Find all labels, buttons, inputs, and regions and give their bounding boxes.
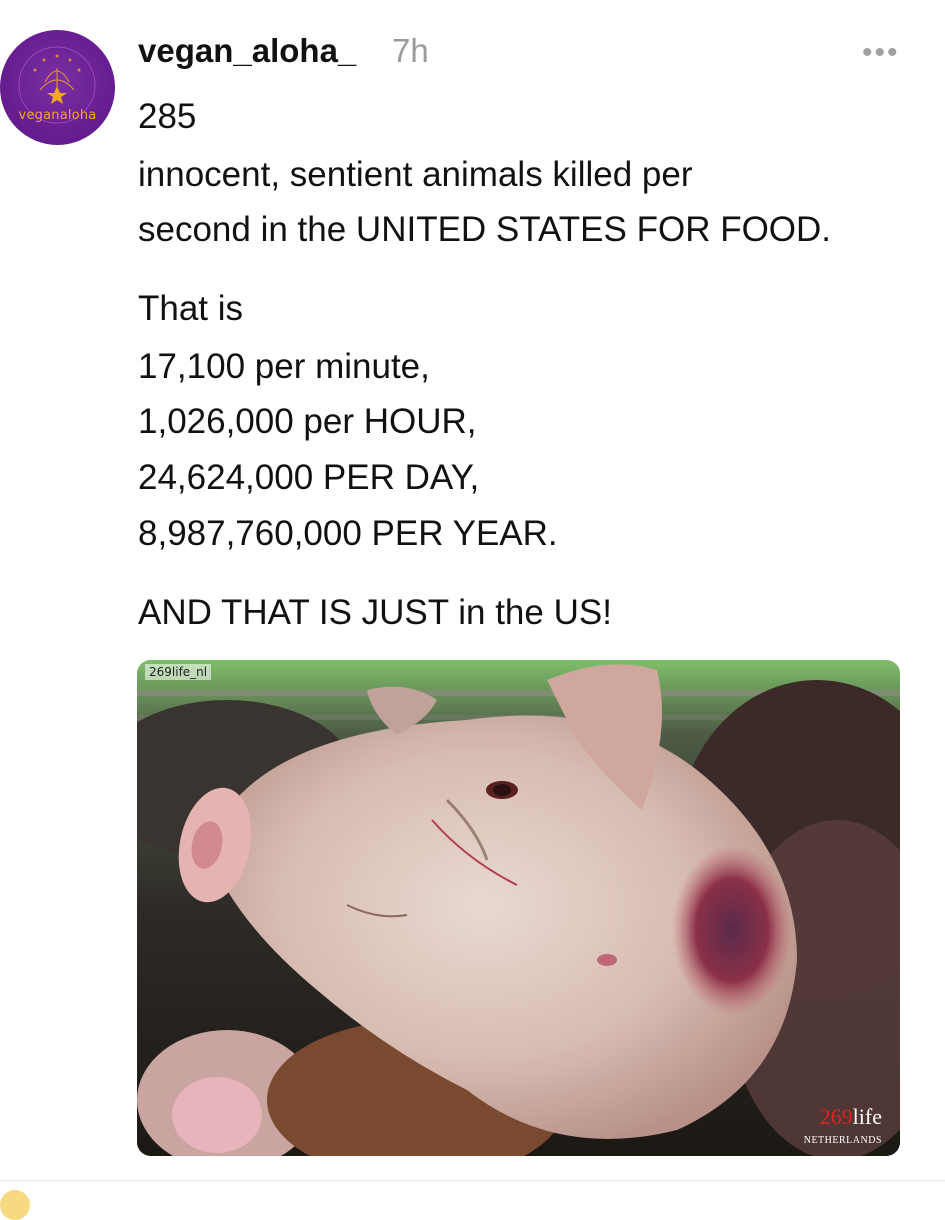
next-post-avatar[interactable] xyxy=(0,1190,30,1220)
post-time: 7h xyxy=(392,32,429,69)
more-options-icon[interactable]: ••• xyxy=(862,38,900,68)
username[interactable]: vegan_aloha_ xyxy=(138,32,356,70)
post-image[interactable]: 269life_nl 269life NETHERLANDS xyxy=(137,660,900,1156)
brand-word: life xyxy=(852,1104,882,1129)
divider xyxy=(0,1180,945,1181)
pig-photo xyxy=(137,660,900,1156)
post-text-line-6: 1,026,000 per HOUR, xyxy=(138,402,477,441)
avatar-logo-text: veganaloha xyxy=(18,108,97,123)
brand-number: 269 xyxy=(819,1104,853,1129)
post: veganaloha vegan_aloha_ 7h ••• 285 innoc… xyxy=(0,0,945,1220)
image-brand-logo: 269life xyxy=(820,1104,882,1130)
post-text-line-4: That is xyxy=(138,289,244,328)
avatar[interactable]: veganaloha xyxy=(0,30,115,145)
post-text-line-2: innocent, sentient animals killed per xyxy=(138,155,693,194)
post-text-line-7: 24,624,000 PER DAY, xyxy=(138,458,480,497)
post-text-line-3: second in the UNITED STATES FOR FOOD. xyxy=(138,210,832,249)
post-text-line-9: AND THAT IS JUST in the US! xyxy=(138,593,612,632)
post-text-line-1: 285 xyxy=(138,97,197,136)
post-text-line-8: 8,987,760,000 PER YEAR. xyxy=(138,514,558,553)
avatar-logo-icon xyxy=(18,46,96,124)
post-text-line-5: 17,100 per minute, xyxy=(138,347,430,386)
image-watermark: 269life_nl xyxy=(145,664,212,680)
image-brand-sub: NETHERLANDS xyxy=(803,1135,882,1146)
